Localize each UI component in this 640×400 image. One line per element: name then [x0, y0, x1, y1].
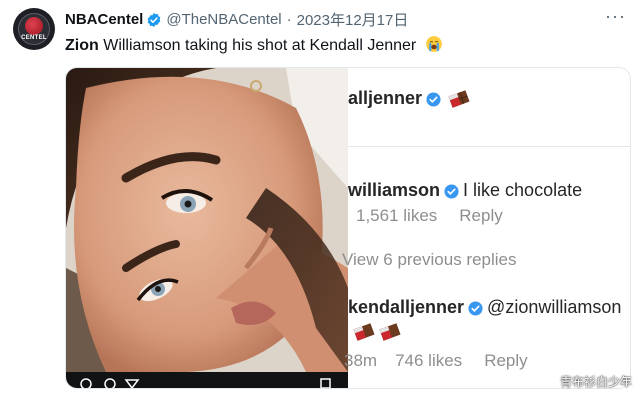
- header-separator: ·: [286, 11, 292, 28]
- comment-2-meta: 38m 746 likes Reply: [344, 351, 528, 371]
- portrait-illustration: [66, 68, 348, 372]
- account-avatar[interactable]: CENTEL: [13, 8, 55, 50]
- tweet-text-rest: Williamson taking his shot at Kendall Je…: [98, 37, 417, 54]
- post-username-row: alljenner: [348, 88, 471, 109]
- loudly-crying-emoji-icon: [425, 36, 442, 52]
- share-icon: [124, 379, 140, 388]
- instagram-comments-panel: alljenner williamson I like chocolate 1,5…: [342, 68, 630, 388]
- chocolate-bar-emoji-icon: [353, 323, 375, 341]
- watermark: 青布衫白少年: [559, 375, 632, 389]
- comment-2-likes[interactable]: 746 likes: [395, 351, 462, 370]
- comment-2-emojis: [350, 322, 402, 342]
- post-username[interactable]: alljenner: [348, 88, 422, 108]
- comment-1-text: I like chocolate: [463, 180, 583, 200]
- instagram-verified-icon: [468, 301, 483, 316]
- comment-1-username[interactable]: williamson: [348, 180, 440, 200]
- chocolate-bar-emoji-icon: [448, 90, 470, 108]
- comment-2-username[interactable]: kendalljenner: [348, 297, 464, 317]
- comment-1-meta: 1,561 likes Reply: [356, 206, 503, 226]
- instagram-verified-icon: [444, 184, 459, 199]
- instagram-action-bar: [66, 372, 348, 388]
- chocolate-bar-emoji-icon: [379, 323, 401, 341]
- comment-2: kendalljenner @zionwilliamson: [348, 297, 621, 318]
- tweet-text-first-word: Zion: [65, 37, 99, 54]
- comment-1-likes[interactable]: 1,561 likes: [356, 206, 437, 225]
- instagram-actions-icons: [80, 378, 331, 388]
- save-icon: [320, 378, 331, 388]
- comment-2-mention[interactable]: @zionwilliamson: [487, 297, 621, 317]
- comments-divider: [348, 146, 630, 147]
- tweet-header: NBACentel @TheNBACentel · 2023年12月17日: [65, 9, 408, 30]
- comment-1: williamson I like chocolate: [348, 180, 582, 201]
- author-handle[interactable]: @TheNBACentel: [166, 11, 281, 28]
- instagram-verified-icon: [426, 92, 441, 107]
- tweet-date[interactable]: 2023年12月17日: [297, 9, 409, 30]
- tweet-media[interactable]: alljenner williamson I like chocolate 1,5…: [65, 67, 631, 389]
- view-previous-replies[interactable]: View 6 previous replies: [342, 250, 517, 270]
- selfie-photo: [66, 68, 348, 372]
- comment-icon: [80, 378, 92, 388]
- verified-badge-icon: [148, 12, 161, 27]
- basketball-icon: [25, 17, 43, 35]
- comment-2-reply-button[interactable]: Reply: [484, 351, 527, 370]
- comment-1-reply-button[interactable]: Reply: [459, 206, 502, 225]
- author-name[interactable]: NBACentel: [65, 11, 143, 28]
- avatar-wordmark: CENTEL: [21, 35, 47, 41]
- more-options-icon[interactable]: ···: [605, 6, 626, 27]
- comment-2-time: 38m: [344, 351, 378, 370]
- message-icon: [104, 378, 116, 388]
- tweet-text: Zion Williamson taking his shot at Kenda…: [65, 35, 443, 55]
